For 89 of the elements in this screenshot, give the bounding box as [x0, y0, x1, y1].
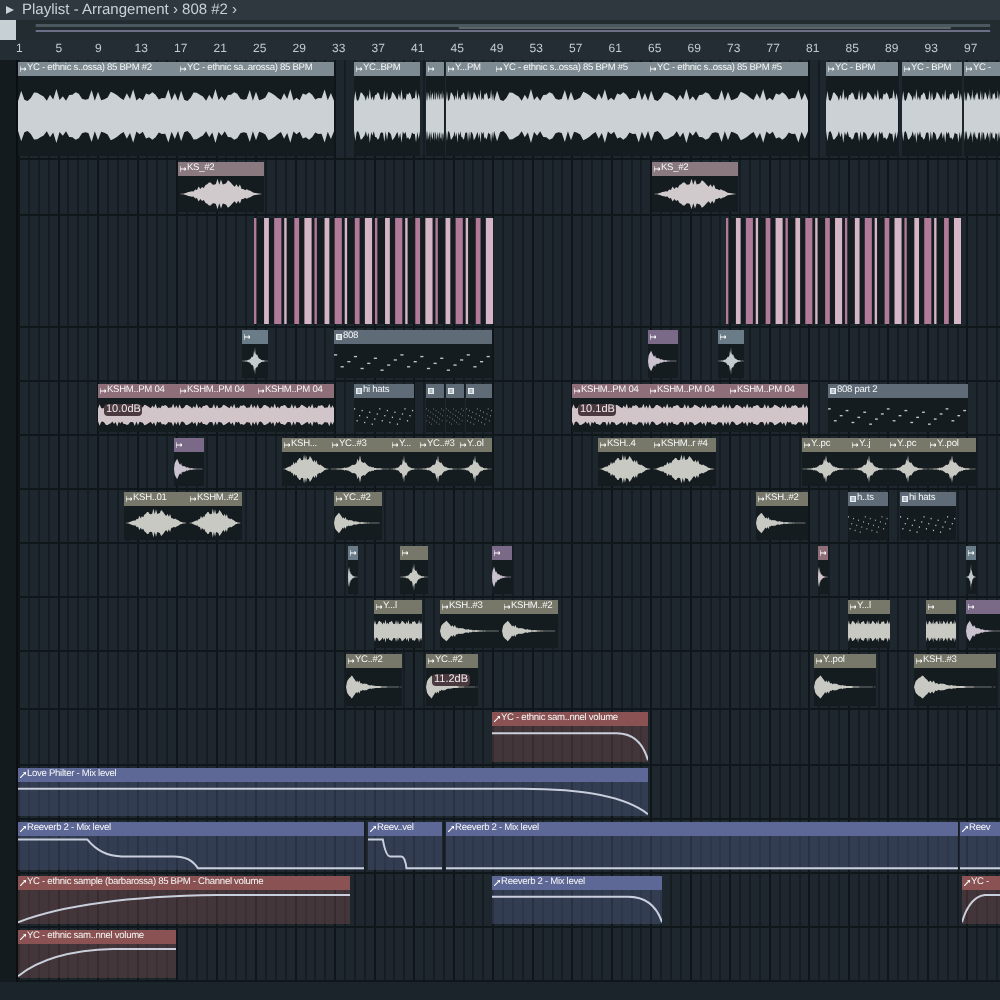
arrow-icon: [284, 442, 290, 448]
arrow-icon: [180, 388, 186, 394]
arrow-icon: [916, 658, 922, 664]
arrow-icon: [428, 66, 434, 72]
arrow-icon: [758, 496, 764, 502]
arrow-icon: [850, 604, 856, 610]
pattern-icon: [850, 496, 856, 502]
arrow-icon: [650, 66, 656, 72]
arrow-icon: [496, 66, 502, 72]
clip-header[interactable]: [446, 384, 464, 398]
clip-header[interactable]: [926, 600, 956, 614]
arrow-icon: [428, 658, 434, 664]
pattern-icon: [830, 388, 836, 394]
clip-header[interactable]: [426, 384, 444, 398]
arrow-icon: [650, 388, 656, 394]
arrow-icon: [336, 496, 342, 502]
arrow-icon: [820, 550, 826, 556]
arrow-icon: [904, 66, 910, 72]
clip-header[interactable]: [818, 546, 828, 560]
arrow-icon: [720, 334, 726, 340]
arrow-icon: [180, 66, 186, 72]
clip-header[interactable]: [348, 546, 358, 560]
clip-header[interactable]: [242, 330, 268, 344]
arrow-icon: [176, 442, 182, 448]
arrow-icon: [654, 442, 660, 448]
overview-handle[interactable]: [0, 20, 16, 40]
pattern-icon: [448, 388, 454, 394]
clip-header[interactable]: [718, 330, 744, 344]
clip-header[interactable]: [174, 438, 204, 452]
arrow-icon: [968, 604, 974, 610]
arrow-icon: [190, 496, 196, 502]
arrow-icon: [928, 604, 934, 610]
clip-header[interactable]: [966, 546, 976, 560]
clip-header[interactable]: [648, 330, 678, 344]
arrow-icon: [332, 442, 338, 448]
arrow-icon: [504, 604, 510, 610]
arrow-icon: [828, 66, 834, 72]
arrow-icon: [968, 550, 974, 556]
link-icon: [370, 826, 376, 832]
arrow-icon: [126, 496, 132, 502]
arrow-icon: [574, 388, 580, 394]
arrow-icon: [402, 550, 408, 556]
arrow-icon: [348, 658, 354, 664]
arrow-icon: [460, 442, 466, 448]
link-icon: [20, 880, 26, 886]
arrow-icon: [356, 66, 362, 72]
automation-curve: [368, 836, 442, 870]
link-icon: [494, 880, 500, 886]
arrow-icon: [816, 658, 822, 664]
link-icon: [494, 716, 500, 722]
arrow-icon: [20, 66, 26, 72]
arrow-icon: [258, 388, 264, 394]
clip-header[interactable]: [400, 546, 428, 560]
arrow-icon: [930, 442, 936, 448]
pattern-icon: [902, 496, 908, 502]
arrow-icon: [650, 334, 656, 340]
arrow-icon: [180, 166, 186, 172]
arrow-icon: [442, 604, 448, 610]
arrow-icon: [376, 604, 382, 610]
link-icon: [962, 826, 968, 832]
arrow-icon: [600, 442, 606, 448]
clip-header[interactable]: [492, 546, 512, 560]
arrow-icon: [244, 334, 250, 340]
clip-header[interactable]: [426, 62, 444, 76]
playlist-icon[interactable]: [4, 4, 16, 16]
link-icon: [964, 880, 970, 886]
arrow-icon: [890, 442, 896, 448]
pattern-icon: [356, 388, 362, 394]
arrow-icon: [350, 550, 356, 556]
automation-curve: [962, 890, 1000, 924]
arrow-icon: [730, 388, 736, 394]
arrow-icon: [966, 66, 972, 72]
pattern-icon: [468, 388, 474, 394]
arrow-icon: [420, 442, 426, 448]
arrow-icon: [100, 388, 106, 394]
pattern-icon: [428, 388, 434, 394]
arrow-icon: [654, 166, 660, 172]
link-icon: [20, 826, 26, 832]
link-icon: [20, 772, 26, 778]
arrow-icon: [804, 442, 810, 448]
arrow-icon: [392, 442, 398, 448]
arrow-icon: [448, 66, 454, 72]
pattern-icon: [336, 334, 342, 340]
clip-header[interactable]: [966, 600, 1000, 614]
link-icon: [20, 934, 26, 940]
arrow-icon: [494, 550, 500, 556]
clip-header[interactable]: [466, 384, 492, 398]
arrow-icon: [852, 442, 858, 448]
link-icon: [448, 826, 454, 832]
